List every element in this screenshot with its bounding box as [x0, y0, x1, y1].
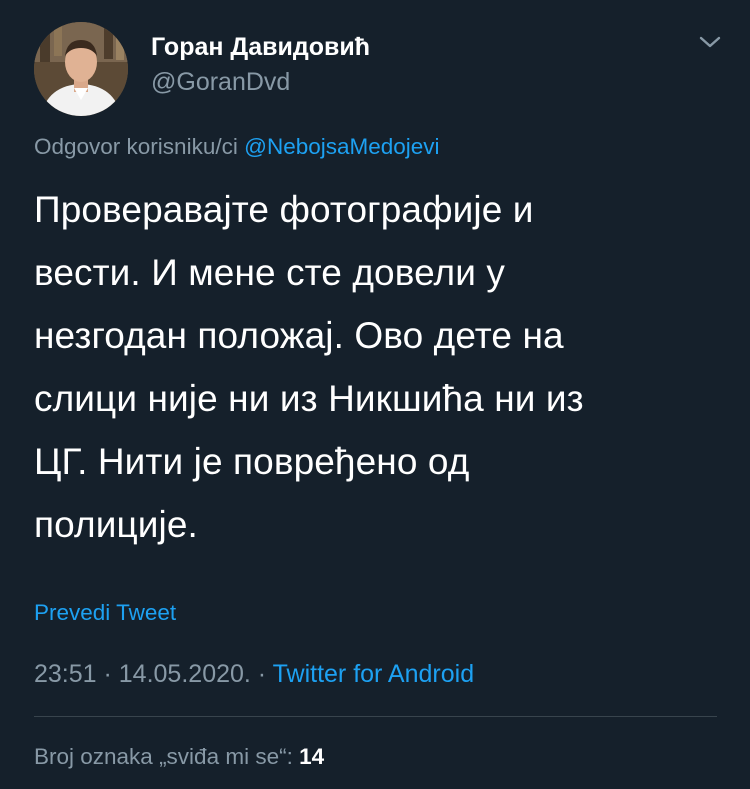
author-info[interactable]: Горан Давидовић @GoranDvd — [151, 32, 370, 97]
chevron-down-icon[interactable] — [696, 32, 724, 52]
divider — [34, 716, 717, 717]
tweet-text-line: ЦГ. Нити је повређено од — [34, 441, 470, 482]
translate-tweet-link[interactable]: Prevedi Tweet — [34, 599, 176, 627]
author-display-name[interactable]: Горан Давидовић — [151, 32, 370, 62]
reply-prefix: Odgovor korisniku/ci — [34, 134, 238, 159]
tweet-text-line: вести. И мене сте довели у — [34, 252, 505, 293]
tweet-header: Горан Давидовић @GoranDvd — [34, 22, 724, 118]
tweet-card: Горан Давидовић @GoranDvd Odgovor korisn… — [0, 0, 750, 789]
likes-count: 14 — [299, 744, 325, 769]
tweet-text-line: Проверавајте фотографије и — [34, 189, 534, 230]
likes-label: Broj oznaka „sviđa mi se“: — [34, 744, 293, 769]
tweet-timestamp[interactable]: 23:51 · 14.05.2020. · — [34, 660, 273, 688]
reply-context: Odgovor korisniku/ci @NebojsaMedojevi — [34, 133, 440, 161]
tweet-text-line: полиције. — [34, 504, 198, 545]
author-handle[interactable]: @GoranDvd — [151, 67, 370, 97]
tweet-meta: 23:51 · 14.05.2020. · Twitter for Androi… — [34, 659, 474, 689]
tweet-text-line: слици није ни из Никшића ни из — [34, 378, 584, 419]
reply-mention-link[interactable]: @NebojsaMedojevi — [244, 134, 439, 159]
profile-photo-icon — [34, 22, 128, 116]
tweet-text: Проверавајте фотографије и вести. И мене… — [34, 178, 714, 556]
tweet-text-line: незгодан положај. Ово дете на — [34, 315, 564, 356]
tweet-source-link[interactable]: Twitter for Android — [273, 660, 474, 688]
author-avatar[interactable] — [34, 22, 128, 116]
likes-stat[interactable]: Broj oznaka „sviđa mi se“: 14 — [34, 743, 324, 771]
